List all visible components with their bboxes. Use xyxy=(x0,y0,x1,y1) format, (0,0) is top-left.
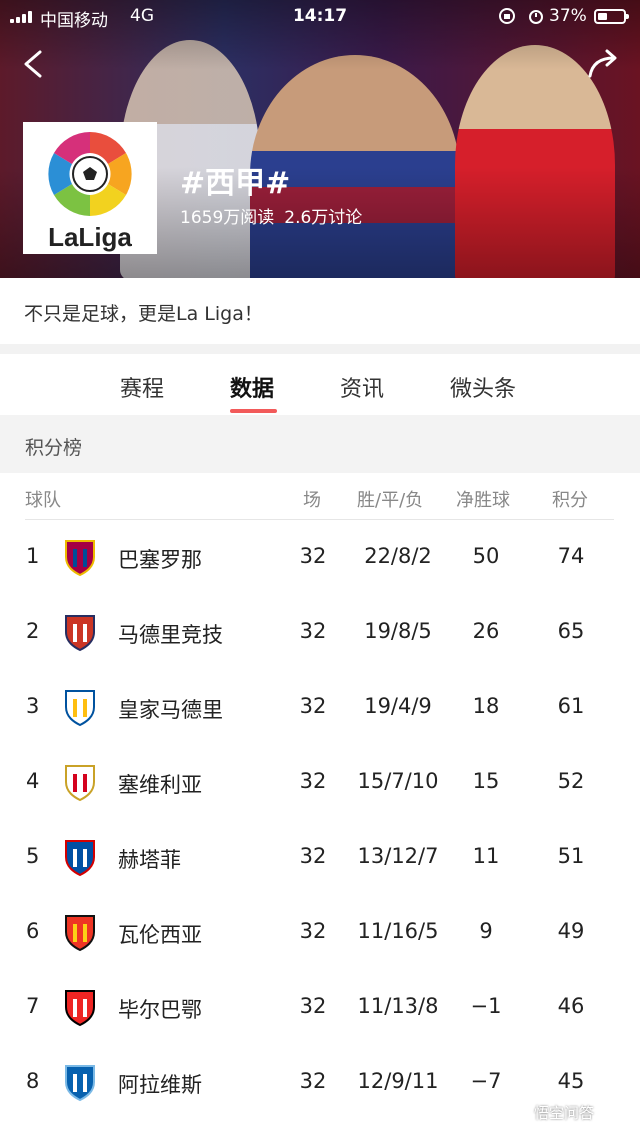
points: 65 xyxy=(557,619,585,643)
goal-diff: 50 xyxy=(472,544,500,568)
rank: 5 xyxy=(26,844,40,868)
rank: 6 xyxy=(26,919,40,943)
atletico-badge-icon xyxy=(60,612,100,652)
rank: 4 xyxy=(26,769,40,793)
header-goal-diff: 净胜球 xyxy=(456,490,510,511)
goal-diff: 11 xyxy=(472,844,500,868)
tab-news[interactable]: 资讯 xyxy=(340,371,384,403)
team-name: 巴塞罗那 xyxy=(118,548,202,572)
valencia-badge-icon xyxy=(60,912,100,952)
header-points: 积分 xyxy=(552,490,588,511)
tab-schedule[interactable]: 赛程 xyxy=(120,371,164,403)
win-draw-loss: 19/4/9 xyxy=(364,694,432,718)
real-madrid-badge-icon xyxy=(60,687,100,727)
wukong-icon xyxy=(508,1102,530,1125)
bilbao-badge-icon xyxy=(60,987,100,1027)
played: 32 xyxy=(299,919,327,943)
laliga-logo: LaLiga xyxy=(23,122,157,254)
rotation-lock-icon xyxy=(499,8,515,24)
alarm-icon xyxy=(529,10,544,24)
table-row[interactable]: 7 毕尔巴鄂 32 11/13/8 −1 46 xyxy=(0,970,640,1045)
goal-diff: 9 xyxy=(479,919,493,943)
team-name: 赫塔菲 xyxy=(118,848,181,872)
battery-icon xyxy=(594,9,629,24)
battery-percent: 37% xyxy=(549,6,587,26)
discussion-count: 2.6万讨论 xyxy=(284,208,363,228)
points: 46 xyxy=(557,994,585,1018)
watermark: 悟空问答 xyxy=(508,1102,594,1125)
sevilla-badge-icon xyxy=(60,762,100,802)
points: 51 xyxy=(557,844,585,868)
points: 52 xyxy=(557,769,585,793)
win-draw-loss: 22/8/2 xyxy=(364,544,432,568)
played: 32 xyxy=(299,694,327,718)
team-name: 瓦伦西亚 xyxy=(118,923,202,947)
win-draw-loss: 19/8/5 xyxy=(364,619,432,643)
points: 61 xyxy=(557,694,585,718)
goal-diff: −1 xyxy=(470,994,502,1018)
win-draw-loss: 15/7/10 xyxy=(357,769,439,793)
rank: 2 xyxy=(26,619,40,643)
played: 32 xyxy=(299,769,327,793)
topic-description: 不只是足球，更是La Liga！ xyxy=(0,278,640,344)
barcelona-badge-icon xyxy=(60,537,100,577)
standings-table: 1 巴塞罗那 32 22/8/2 50 74 2 马德里竞技 32 19/8/5 26 65 3 皇家马德… xyxy=(0,520,640,1120)
alaves-badge-icon xyxy=(60,1062,100,1102)
table-row[interactable]: 3 皇家马德里 32 19/4/9 18 61 xyxy=(0,670,640,745)
win-draw-loss: 12/9/11 xyxy=(357,1069,439,1093)
svg-text:LaLiga: LaLiga xyxy=(48,222,132,252)
read-count: 1659万阅读 xyxy=(180,208,275,228)
win-draw-loss: 11/13/8 xyxy=(357,994,439,1018)
team-name: 马德里竞技 xyxy=(118,623,223,647)
section-title: 积分榜 xyxy=(25,437,83,459)
header-played: 场 xyxy=(303,490,321,511)
points: 45 xyxy=(557,1069,585,1093)
tab-bar: 赛程 数据 资讯 微头条 xyxy=(0,354,640,415)
table-row[interactable]: 1 巴塞罗那 32 22/8/2 50 74 xyxy=(0,520,640,595)
goal-diff: −7 xyxy=(470,1069,502,1093)
win-draw-loss: 11/16/5 xyxy=(357,919,439,943)
header-team: 球队 xyxy=(25,490,61,511)
rank: 7 xyxy=(26,994,40,1018)
status-bar: 中国移动 4G 14:17 37% xyxy=(0,0,640,34)
goal-diff: 15 xyxy=(472,769,500,793)
topic-stats: 1659万阅读 2.6万讨论 xyxy=(180,203,362,228)
table-row[interactable]: 4 塞维利亚 32 15/7/10 15 52 xyxy=(0,745,640,820)
team-name: 毕尔巴鄂 xyxy=(118,998,202,1022)
section-header: 积分榜 xyxy=(0,415,640,473)
played: 32 xyxy=(299,1069,327,1093)
goal-diff: 18 xyxy=(472,694,500,718)
active-tab-indicator xyxy=(230,409,277,413)
team-name: 阿拉维斯 xyxy=(118,1073,202,1097)
tab-weitoutiao[interactable]: 微头条 xyxy=(450,371,516,403)
played: 32 xyxy=(299,844,327,868)
team-name: 皇家马德里 xyxy=(118,698,223,722)
points: 74 xyxy=(557,544,585,568)
table-row[interactable]: 6 瓦伦西亚 32 11/16/5 9 49 xyxy=(0,895,640,970)
team-name: 塞维利亚 xyxy=(118,773,202,797)
rank: 1 xyxy=(26,544,40,568)
tab-data[interactable]: 数据 xyxy=(230,371,274,403)
hero-banner: 中国移动 4G 14:17 37% LaLiga #西甲# 1659万阅读 2.… xyxy=(0,0,640,278)
played: 32 xyxy=(299,994,327,1018)
table-row[interactable]: 2 马德里竞技 32 19/8/5 26 65 xyxy=(0,595,640,670)
table-row[interactable]: 5 赫塔菲 32 13/12/7 11 51 xyxy=(0,820,640,895)
goal-diff: 26 xyxy=(472,619,500,643)
header-wdl: 胜/平/负 xyxy=(357,490,424,511)
topic-title: #西甲# xyxy=(180,166,291,201)
played: 32 xyxy=(299,544,327,568)
rank: 3 xyxy=(26,694,40,718)
table-header: 球队 场 胜/平/负 净胜球 积分 xyxy=(0,473,640,520)
share-icon[interactable] xyxy=(584,44,624,84)
rank: 8 xyxy=(26,1069,40,1093)
getafe-badge-icon xyxy=(60,837,100,877)
description-text: 不只是足球，更是La Liga！ xyxy=(24,303,263,325)
back-arrow-icon[interactable] xyxy=(14,44,54,84)
win-draw-loss: 13/12/7 xyxy=(357,844,439,868)
points: 49 xyxy=(557,919,585,943)
played: 32 xyxy=(299,619,327,643)
